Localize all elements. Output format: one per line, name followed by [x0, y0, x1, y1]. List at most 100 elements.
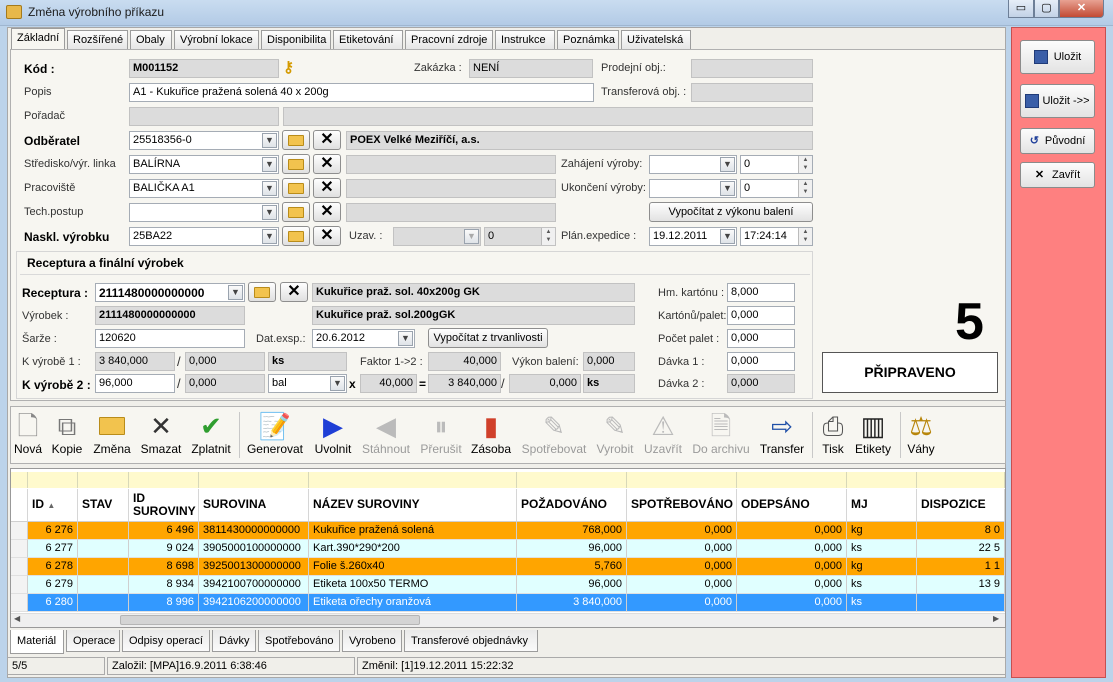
row-indicator[interactable] [11, 576, 28, 594]
cell-nazev[interactable]: Etiketa ořechy oranžová [309, 594, 517, 612]
cell-pozadovano[interactable]: 96,000 [517, 576, 627, 594]
cell-pozadovano[interactable]: 3 840,000 [517, 594, 627, 612]
save-next-button[interactable]: Uložit ->> [1020, 84, 1095, 118]
filter-row-cell[interactable] [847, 472, 917, 488]
tab-vyrobeno[interactable]: Vyrobeno [342, 630, 402, 652]
cell-id[interactable]: 6 279 [28, 576, 78, 594]
key-icon[interactable]: ⚷ [283, 58, 297, 76]
popis-input[interactable]: A1 - Kukuřice pražená solená 40 x 200g [129, 83, 594, 102]
receptura-select[interactable]: 2111480000000000 [95, 283, 245, 302]
cell-id[interactable]: 6 280 [28, 594, 78, 612]
cell-dispozice[interactable]: 8 0 [917, 522, 1005, 540]
chevron-down-icon[interactable]: ▼ [228, 285, 243, 300]
open-folder-button[interactable] [282, 226, 310, 246]
col-header-odepsano[interactable]: ODEPSÁNO [737, 489, 847, 522]
clear-button[interactable]: ✕ [313, 178, 341, 198]
cell-spotrebovano[interactable]: 0,000 [627, 522, 737, 540]
chevron-down-icon[interactable]: ▼ [330, 376, 345, 391]
cell-mj[interactable]: ks [847, 540, 917, 558]
chevron-down-icon[interactable]: ▼ [262, 181, 277, 196]
clear-button[interactable]: ✕ [280, 282, 308, 302]
cell-mj[interactable]: kg [847, 558, 917, 576]
col-header-stav[interactable]: STAV [78, 489, 129, 522]
clear-button[interactable]: ✕ [313, 202, 341, 222]
cell-spotrebovano[interactable]: 0,000 [627, 558, 737, 576]
spotrebovat-button[interactable]: ✎ Spotřebovat [518, 410, 590, 462]
tab-disponibilita[interactable]: Disponibilita [261, 30, 331, 49]
pracoviste-select[interactable]: BALIČKA A1 [129, 179, 279, 198]
cell-surovina[interactable]: 3925001300000000 [199, 558, 309, 576]
tab-etiketovani[interactable]: Etiketování [333, 30, 403, 49]
tab-obaly[interactable]: Obaly [130, 30, 172, 49]
cell-stav[interactable] [78, 558, 129, 576]
clear-button[interactable]: ✕ [313, 154, 341, 174]
maximize-button[interactable]: ▢ [1034, 0, 1059, 18]
tab-material[interactable]: Materiál [10, 630, 64, 654]
cell-spotrebovano[interactable]: 0,000 [627, 540, 737, 558]
cell-id-suroviny[interactable]: 9 024 [129, 540, 199, 558]
filter-row-cell[interactable] [28, 472, 78, 488]
cell-id-suroviny[interactable]: 8 698 [129, 558, 199, 576]
prerusit-button[interactable]: ⏸ Přerušit [418, 410, 464, 462]
uzavrit-button[interactable]: ⚠ Uzavřít [642, 410, 684, 462]
scrollbar-thumb[interactable] [120, 615, 420, 625]
chevron-down-icon[interactable]: ▼ [720, 181, 735, 196]
tab-poznamka[interactable]: Poznámka [557, 30, 619, 49]
filter-row-cell[interactable] [737, 472, 847, 488]
row-indicator[interactable] [11, 522, 28, 540]
close-window-button[interactable]: ✕ [1059, 0, 1104, 18]
filter-row-cell[interactable] [917, 472, 1005, 488]
cell-spotrebovano[interactable]: 0,000 [627, 594, 737, 612]
cell-nazev[interactable]: Kart.390*290*200 [309, 540, 517, 558]
cell-odepsano[interactable]: 0,000 [737, 540, 847, 558]
col-header-nazev[interactable]: NÁZEV SUROVINY [309, 489, 517, 522]
tab-instrukce[interactable]: Instrukce [495, 30, 555, 49]
cell-odepsano[interactable]: 0,000 [737, 522, 847, 540]
cell-id-suroviny[interactable]: 8 934 [129, 576, 199, 594]
cell-pozadovano[interactable]: 768,000 [517, 522, 627, 540]
col-header-id-suroviny[interactable]: ID SUROVINY [129, 489, 199, 522]
filter-row-cell[interactable] [199, 472, 309, 488]
cell-odepsano[interactable]: 0,000 [737, 558, 847, 576]
tab-davky[interactable]: Dávky [212, 630, 256, 652]
cell-dispozice[interactable] [917, 594, 1005, 612]
zasoba-button[interactable]: ▮ Zásoba [470, 410, 512, 462]
cell-id[interactable]: 6 277 [28, 540, 78, 558]
generovat-button[interactable]: 📝 Generovat [245, 410, 305, 462]
cell-dispozice[interactable]: 22 5 [917, 540, 1005, 558]
row-indicator[interactable] [11, 594, 28, 612]
tisk-button[interactable]: ⎙ Tisk [818, 410, 848, 462]
spinner-icon[interactable]: ▲ ▼ [798, 180, 812, 197]
cell-id-suroviny[interactable]: 6 496 [129, 522, 199, 540]
open-folder-button[interactable] [282, 202, 310, 222]
odberatel-select[interactable]: 25518356-0 [129, 131, 279, 150]
chevron-down-icon[interactable]: ▼ [720, 157, 735, 172]
spinner-icon[interactable]: ▲ ▼ [798, 228, 812, 245]
clear-button[interactable]: ✕ [313, 226, 341, 246]
cell-id-suroviny[interactable]: 8 996 [129, 594, 199, 612]
cell-surovina[interactable]: 3905000100000000 [199, 540, 309, 558]
tab-spotrebovano[interactable]: Spotřebováno [258, 630, 340, 652]
scroll-left-icon[interactable]: ◀ [14, 614, 20, 623]
cell-surovina[interactable]: 3942106200000000 [199, 594, 309, 612]
zmena-button[interactable]: Změna [92, 410, 132, 462]
cell-pozadovano[interactable]: 96,000 [517, 540, 627, 558]
tab-odpisy-operaci[interactable]: Odpisy operací [122, 630, 210, 652]
cell-mj[interactable]: kg [847, 522, 917, 540]
cell-dispozice[interactable]: 13 9 [917, 576, 1005, 594]
nova-button[interactable]: 🗋 Nová [12, 410, 44, 462]
open-folder-button[interactable] [282, 130, 310, 150]
cell-odepsano[interactable]: 0,000 [737, 594, 847, 612]
etikety-button[interactable]: ▥ Etikety [852, 410, 894, 462]
cell-nazev[interactable]: Folie š.260x40 [309, 558, 517, 576]
do-archivu-button[interactable]: 🗎 Do archivu [690, 410, 752, 462]
cell-mj[interactable]: ks [847, 594, 917, 612]
transfer-button[interactable]: ⇨ Transfer [757, 410, 807, 462]
open-folder-button[interactable] [282, 154, 310, 174]
tab-uzivatelska[interactable]: Uživatelská [621, 30, 691, 49]
tab-vyrobni-lokace[interactable]: Výrobní lokace [174, 30, 259, 49]
tab-transferove-objednavky[interactable]: Transferové objednávky [404, 630, 538, 652]
cell-nazev[interactable]: Etiketa 100x50 TERMO [309, 576, 517, 594]
open-folder-button[interactable] [248, 282, 276, 302]
clear-button[interactable]: ✕ [313, 130, 341, 150]
